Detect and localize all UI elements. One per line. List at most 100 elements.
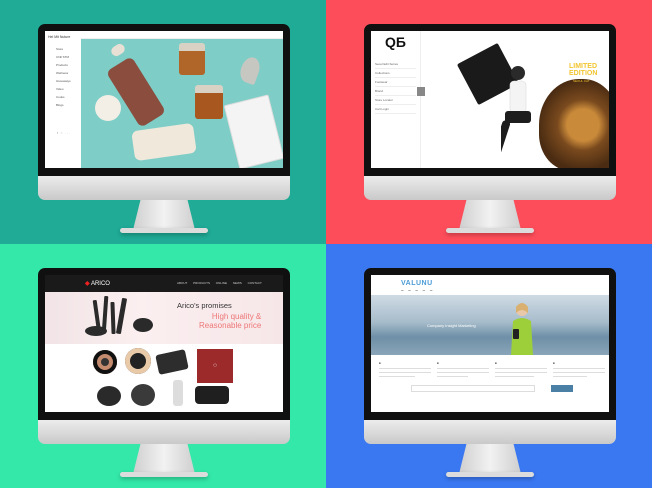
monitor-chin [364,420,616,444]
feature-column: ■ [495,361,547,377]
woman-image [511,303,533,355]
badge-line: EDITION [569,70,598,77]
monitor-foot [446,228,534,233]
sidebar: QБ Seoul Edit Series Collections Footwea… [371,31,421,168]
nav-item[interactable]: Store Locator [375,96,416,105]
nav-item[interactable]: Seoul Edit Series [375,60,416,69]
nav-item[interactable]: Cooks [48,95,78,99]
feature-column: ■ [553,361,605,377]
mockup-panel-bottom-right: VALUNU ▬ ▬ ▬ ▬ ▬ Company Insight Marketi… [326,244,652,488]
column-heading-icon: ■ [553,361,555,365]
top-nav[interactable]: ▬ ▬ ▬ ▬ ▬ [401,289,432,292]
featured-icon: ◯ [213,363,217,367]
bottle-cream-image [131,122,197,162]
nav-item[interactable]: ▬ [430,289,433,292]
hero-image: Company Insight Marketing [371,295,609,355]
site-logo[interactable]: ◆ ARICO [85,280,110,287]
jar-image [195,85,223,119]
text-line [495,375,534,377]
product-image[interactable] [97,386,121,406]
nav-item[interactable]: Footwear [375,78,416,87]
subtitle-line: High quality & [211,312,262,321]
text-line [553,371,605,373]
monitor-chin [38,420,290,444]
monitor-foot [120,228,208,233]
compact-image [85,326,107,336]
monitor-bezel: Hel Mit Nuture Store Chill STM Products … [38,24,290,176]
column-heading-icon: ■ [495,361,497,365]
person-image [501,66,531,154]
nav-item[interactable]: ▬ [423,289,426,292]
featured-product[interactable]: ◯ [197,349,233,383]
brush-image [110,301,116,335]
nav-item[interactable]: ▬ [408,289,411,292]
feature-columns: ■ ■ ■ ■ [371,355,609,412]
monitor-bezel: ◆ ARICO ABOUT PRODUCTS ONLINE NEWS CONTA… [38,268,290,420]
logo-mark-icon: ◆ [85,281,90,287]
nav-item[interactable]: Products [48,63,78,67]
nav-item[interactable]: Giveaways [48,79,78,83]
top-bar: VALUNU ▬ ▬ ▬ ▬ ▬ [371,275,609,295]
brush-image [115,297,128,335]
monitor-bezel: VALUNU ▬ ▬ ▬ ▬ ▬ Company Insight Marketi… [364,268,616,420]
mockup-panel-top-right: LIMITED EDITION SEOUL CAT QБ Seoul Edit … [326,0,652,244]
text-line [437,375,469,377]
site-logo[interactable]: QБ [385,35,416,49]
site-logo[interactable]: VALUNU [401,280,433,287]
brand-name: ARICO [90,281,110,287]
slider-toggle[interactable] [417,87,425,96]
nav-item[interactable]: Video [48,87,78,91]
site-logo[interactable]: Hel Mit Nuture [48,35,78,39]
nav-item[interactable]: Cart Login [375,105,416,114]
product-image[interactable] [195,386,229,404]
promo-banner: Arico's promises High quality & Reasonab… [45,292,283,344]
product-image[interactable] [155,349,189,375]
compact-image [133,318,153,332]
sidebar-nav: Seoul Edit Series Collections Footwear B… [375,60,416,114]
nav-item[interactable]: ▬ [401,289,404,292]
search-button[interactable] [551,385,573,392]
mockup-panel-bottom-left: ◆ ARICO ABOUT PRODUCTS ONLINE NEWS CONTA… [0,244,326,488]
sidebar: Hel Mit Nuture Store Chill STM Products … [45,31,81,168]
search-input[interactable] [411,385,535,392]
text-line [437,371,489,373]
hero-image: LIMITED EDITION SEOUL CAT [421,31,609,168]
bottle-cap-image [109,42,127,58]
text-line [379,375,416,377]
nav-item[interactable]: ▬ [415,289,418,292]
monitor-stand [133,200,195,230]
nav-item[interactable]: Wellness [48,71,78,75]
monitor-stand [133,444,195,474]
monitor-chin [364,176,616,200]
product-image[interactable] [173,380,183,406]
imac-mockup: LIMITED EDITION SEOUL CAT QБ Seoul Edit … [364,24,616,234]
bag-image [223,94,283,168]
lion-image [539,79,609,168]
nav-item[interactable]: Chill STM [48,55,78,59]
nav-item[interactable]: Collections [375,69,416,78]
text-line [379,367,431,369]
text-line [437,367,489,369]
imac-mockup: VALUNU ▬ ▬ ▬ ▬ ▬ Company Insight Marketi… [364,268,616,478]
banner-subtitle: High quality & Reasonable price [199,312,261,330]
mockup-panel-top-left: Hel Mit Nuture Store Chill STM Products … [0,0,326,244]
top-nav[interactable]: ABOUT PRODUCTS ONLINE NEWS CONTACT [177,281,262,285]
nav-item[interactable]: Brand [375,87,416,96]
product-image[interactable] [131,384,155,406]
badge-subtitle: SEOUL CAT [573,79,590,83]
monitor-stand [459,200,521,230]
nav-item[interactable]: Store [48,47,78,51]
monitor-stand [459,444,521,474]
monitor-chin [38,176,290,200]
product-image[interactable] [93,350,117,374]
social-icons[interactable]: f ○ ... [57,131,71,135]
website-screen: ◆ ARICO ABOUT PRODUCTS ONLINE NEWS CONTA… [45,275,283,412]
monitor-foot [120,472,208,477]
hero-image [81,39,283,168]
text-line [553,375,587,377]
feature-column: ■ [437,361,489,377]
product-image[interactable] [125,348,151,374]
nav-item[interactable]: Blogs [48,103,78,107]
monitor-foot [446,472,534,477]
column-heading-icon: ■ [379,361,381,365]
